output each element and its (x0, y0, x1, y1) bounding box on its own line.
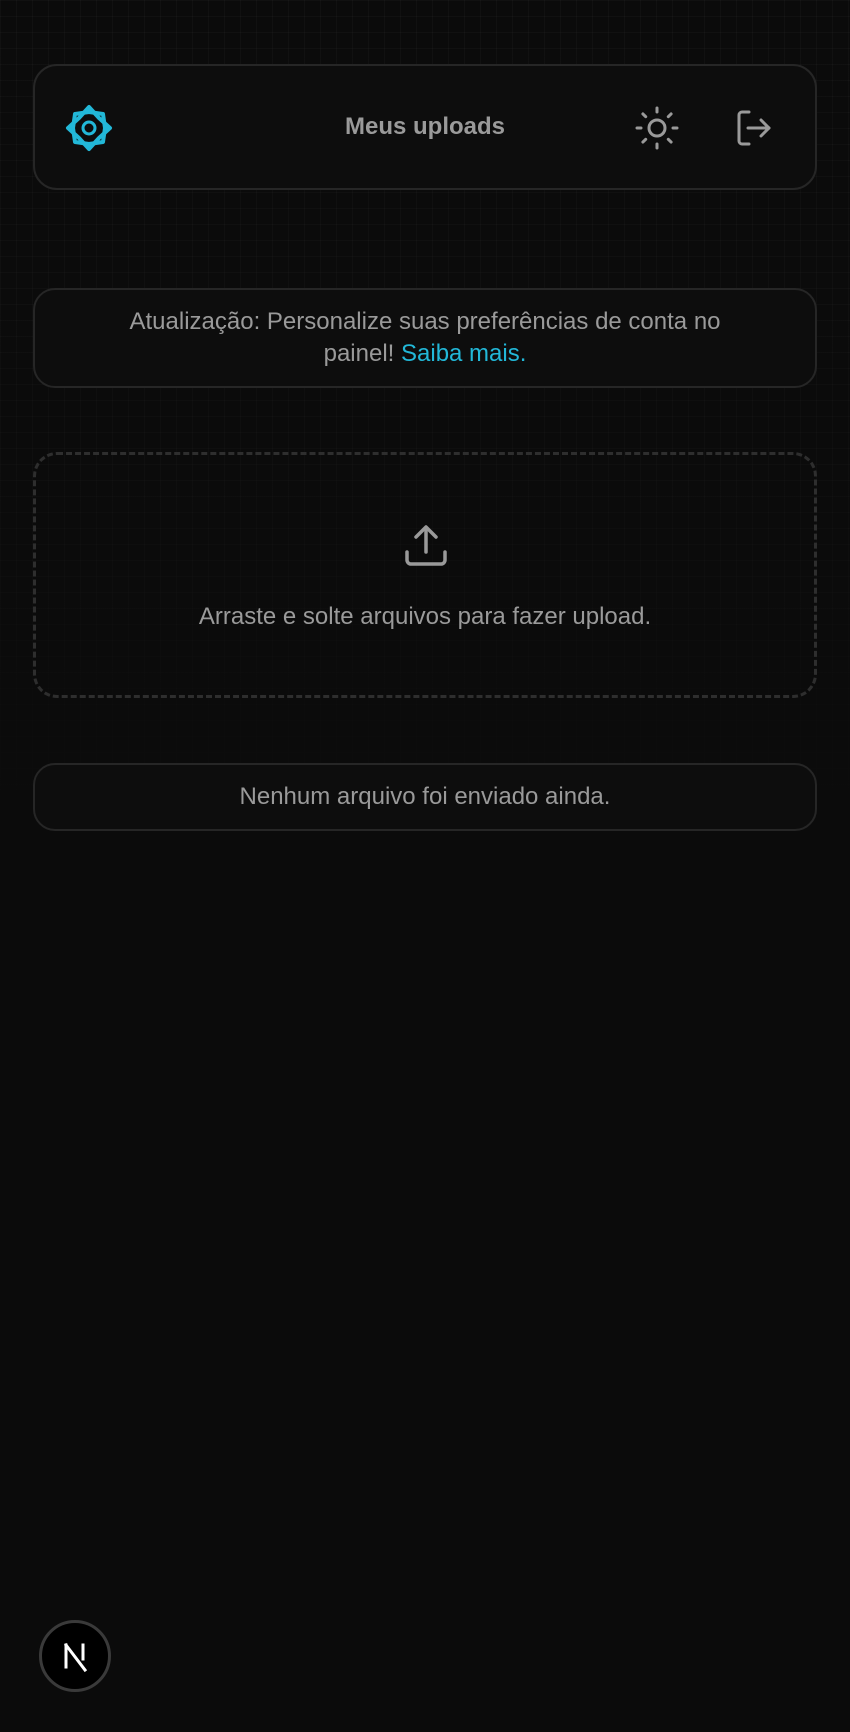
sun-icon (635, 106, 679, 150)
dropzone-text: Arraste e solte arquivos para fazer uplo… (198, 603, 652, 630)
theme-toggle-button[interactable] (632, 103, 682, 153)
logout-button[interactable] (729, 103, 779, 153)
app-header: Meus uploads (33, 64, 817, 190)
logout-icon (737, 110, 771, 146)
update-banner: Atualização: Personalize suas preferênci… (33, 288, 817, 388)
nextjs-icon (63, 1642, 88, 1673)
upload-icon (405, 525, 447, 566)
files-empty-state: Nenhum arquivo foi enviado ainda. (33, 763, 817, 831)
learn-more-link[interactable]: Saiba mais. (401, 340, 526, 367)
page-title: Meus uploads (344, 113, 506, 140)
background-grid (0, 0, 850, 1732)
upload-dropzone[interactable]: Arraste e solte arquivos para fazer uplo… (33, 452, 817, 698)
nextjs-dev-badge[interactable] (39, 1620, 111, 1692)
